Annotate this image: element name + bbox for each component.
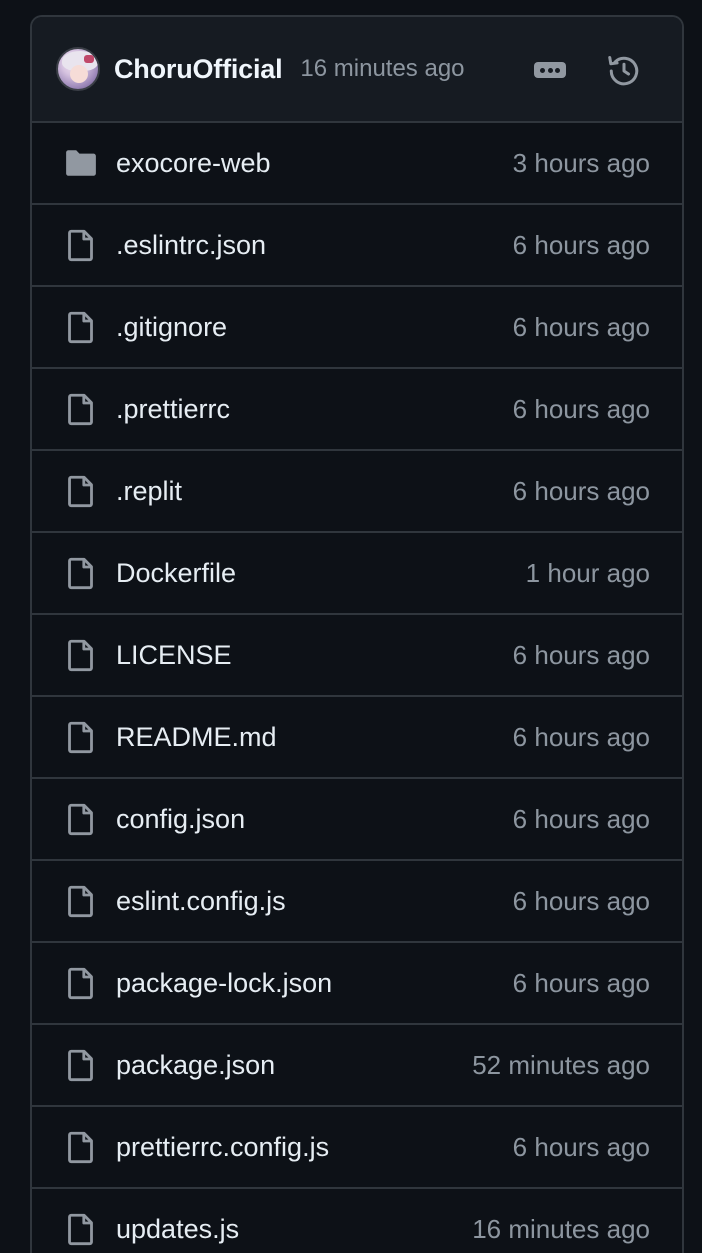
file-commit-time: 6 hours ago <box>512 639 650 670</box>
file-name-link[interactable]: .replit <box>116 476 182 507</box>
file-commit-time: 6 hours ago <box>512 475 650 506</box>
file-row[interactable]: config.json 6 hours ago <box>32 779 682 861</box>
file-icon <box>64 802 98 836</box>
file-row[interactable]: .prettierrc 6 hours ago <box>32 369 682 451</box>
file-icon <box>64 474 98 508</box>
file-browser: ChoruOfficial 16 minutes ago exocore-web… <box>30 15 684 1253</box>
file-row[interactable]: .eslintrc.json 6 hours ago <box>32 205 682 287</box>
file-name-link[interactable]: config.json <box>116 804 245 835</box>
file-commit-time: 16 minutes ago <box>472 1213 650 1244</box>
file-name-link[interactable]: eslint.config.js <box>116 886 286 917</box>
folder-row[interactable]: exocore-web 3 hours ago <box>32 123 682 205</box>
file-icon <box>64 310 98 344</box>
file-commit-time: 6 hours ago <box>512 393 650 424</box>
avatar[interactable] <box>56 47 100 91</box>
file-icon <box>64 1212 98 1246</box>
file-name-link[interactable]: package.json <box>116 1050 275 1081</box>
file-row[interactable]: LICENSE 6 hours ago <box>32 615 682 697</box>
file-row[interactable]: .replit 6 hours ago <box>32 451 682 533</box>
file-commit-time: 6 hours ago <box>512 229 650 260</box>
file-name-link[interactable]: prettierrc.config.js <box>116 1132 329 1163</box>
commit-author-link[interactable]: ChoruOfficial <box>114 54 283 85</box>
file-icon <box>64 1130 98 1164</box>
file-row[interactable]: README.md 6 hours ago <box>32 697 682 779</box>
file-icon <box>64 556 98 590</box>
file-commit-time: 6 hours ago <box>512 311 650 342</box>
kebab-horizontal-icon <box>534 62 566 78</box>
file-row[interactable]: eslint.config.js 6 hours ago <box>32 861 682 943</box>
file-name-link[interactable]: .gitignore <box>116 312 227 343</box>
file-commit-time: 6 hours ago <box>512 721 650 752</box>
file-name-link[interactable]: README.md <box>116 722 277 753</box>
file-row[interactable]: package.json 52 minutes ago <box>32 1025 682 1107</box>
commit-time: 16 minutes ago <box>300 55 465 82</box>
history-icon <box>608 56 639 86</box>
file-row[interactable]: prettierrc.config.js 6 hours ago <box>32 1107 682 1189</box>
file-icon <box>64 638 98 672</box>
file-icon <box>64 1048 98 1082</box>
file-row[interactable]: .gitignore 6 hours ago <box>32 287 682 369</box>
file-commit-time: 3 hours ago <box>512 147 650 178</box>
more-options-button[interactable] <box>526 53 574 87</box>
file-row[interactable]: updates.js 16 minutes ago <box>32 1189 682 1253</box>
file-commit-time: 6 hours ago <box>512 1131 650 1162</box>
folder-icon <box>64 146 98 180</box>
history-button[interactable] <box>604 51 644 91</box>
file-commit-time: 6 hours ago <box>512 803 650 834</box>
file-name-link[interactable]: package-lock.json <box>116 968 332 999</box>
file-name-link[interactable]: Dockerfile <box>116 558 236 589</box>
file-icon <box>64 966 98 1000</box>
file-icon <box>64 720 98 754</box>
file-name-link[interactable]: updates.js <box>116 1214 239 1245</box>
file-commit-time: 52 minutes ago <box>472 1049 650 1080</box>
file-commit-time: 1 hour ago <box>525 557 650 588</box>
latest-commit-header: ChoruOfficial 16 minutes ago <box>32 17 682 123</box>
file-list: exocore-web 3 hours ago .eslintrc.json 6 ho… <box>32 123 682 1253</box>
file-row[interactable]: Dockerfile 1 hour ago <box>32 533 682 615</box>
file-name-link[interactable]: .prettierrc <box>116 394 230 425</box>
file-icon <box>64 884 98 918</box>
file-icon <box>64 228 98 262</box>
file-commit-time: 6 hours ago <box>512 967 650 998</box>
file-name-link[interactable]: .eslintrc.json <box>116 230 266 261</box>
file-name-link[interactable]: LICENSE <box>116 640 232 671</box>
file-name-link[interactable]: exocore-web <box>116 148 271 179</box>
file-commit-time: 6 hours ago <box>512 885 650 916</box>
file-icon <box>64 392 98 426</box>
file-row[interactable]: package-lock.json 6 hours ago <box>32 943 682 1025</box>
